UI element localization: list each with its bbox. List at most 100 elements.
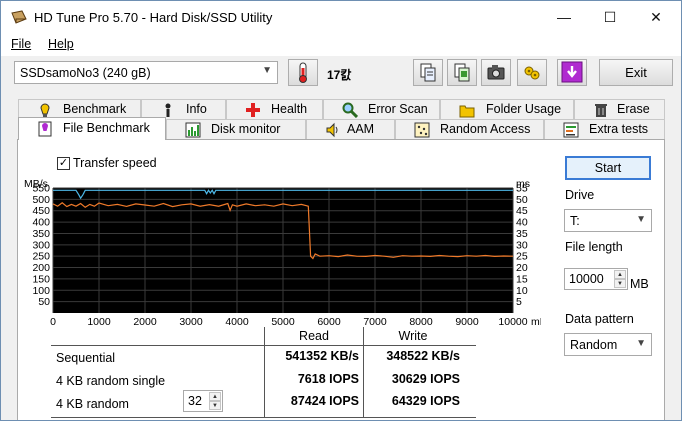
tab-aam[interactable]: AAM [306,119,395,139]
file-length-unit: MB [630,277,649,291]
sequential-read-value: 541352 KB/s [285,349,359,363]
bar-chart-icon [185,122,201,138]
data-pattern-dropdown[interactable]: Random ▼ [564,333,652,356]
drive-letter-value: T: [570,214,580,228]
copy-info-icon [420,63,436,82]
tab-health[interactable]: Health [226,99,323,119]
chart-y2-tick-label: 50 [516,194,528,206]
download-button[interactable] [557,59,587,86]
download-icon [561,61,583,83]
chart-y2-tick-label: 30 [516,239,528,251]
start-button[interactable]: Start [565,156,651,180]
stepper-up-icon[interactable]: ▲ [209,392,221,401]
chart-y2-tick-label: 25 [516,251,528,263]
drive-letter-dropdown[interactable]: T: ▼ [564,209,652,232]
copy-info-button[interactable] [413,59,443,86]
4kb-single-write-value: 30629 IOPS [391,372,460,386]
file-length-value: 10000 [569,272,604,286]
minimize-button[interactable]: — [541,1,587,34]
stepper-up-icon[interactable]: ▲ [614,270,626,279]
speaker-icon [326,122,338,138]
chart-y2-tick-label: 35 [516,228,528,240]
thermometer-icon [299,62,307,83]
menu-bar: File Help [1,34,681,56]
transfer-speed-label: Transfer speed [73,156,157,170]
transfer-chart: 0 1000 2000 3000 4000 5000 6000 7000 8000 9000 100… [24,178,541,328]
chart-x-tick-label: 10000 [498,316,527,328]
temperature-value: 17캀 [327,68,352,82]
queue-depth-stepper[interactable]: 32 ▲ ▼ [183,390,223,412]
menu-file[interactable]: File [11,37,31,51]
screenshot-button[interactable] [481,59,511,86]
tab-erase[interactable]: Erase [574,99,665,119]
folder-icon [459,105,475,118]
window-title: HD Tune Pro 5.70 - Hard Disk/SSD Utility [34,10,273,25]
column-header-write: Write [398,329,428,343]
chart-y-tick-label: 300 [32,239,50,251]
transfer-speed-checkbox[interactable]: ✓ [57,157,70,170]
random-access-icon [414,122,430,138]
tab-extra-tests[interactable]: Extra tests [544,119,665,139]
tab-disk-monitor[interactable]: Disk monitor [166,119,306,139]
tab-error-scan[interactable]: Error Scan [323,99,440,119]
benchmark-icon [40,103,50,117]
info-icon [165,103,171,117]
chart-y-tick-label: 450 [32,205,50,217]
extra-tests-icon [563,122,579,138]
tab-folder-usage[interactable]: Folder Usage [440,99,574,119]
close-button[interactable]: ✕ [633,1,679,34]
file-length-stepper[interactable]: 10000 ▲ ▼ [564,268,628,290]
data-pattern-label: Data pattern [565,312,634,326]
chevron-down-icon: ▼ [262,65,272,76]
camera-icon [487,65,505,80]
drive-dropdown[interactable]: SSDsamoNo3 (240 gB) ▼ [14,61,278,84]
chart-y-axis-label: MB/s [24,178,48,190]
file-benchmark-icon [38,121,52,137]
title-bar: HD Tune Pro 5.70 - Hard Disk/SSD Utility… [1,1,681,34]
chart-y-tick-label: 100 [32,285,50,297]
magnifier-icon [342,102,358,118]
chart-y2-tick-label: 40 [516,217,528,229]
4kb-random-read-value: 87424 IOPS [290,394,359,408]
trash-icon [595,104,607,117]
menu-help[interactable]: Help [48,37,74,51]
maximize-button[interactable]: ☐ [587,1,633,34]
chart-y-tick-label: 150 [32,273,50,285]
toolbar: SSDsamoNo3 (240 gB) ▼ 17캀 Exit [1,56,681,92]
tab-random-access[interactable]: Random Access [395,119,544,139]
drive-dropdown-value: SSDsamoNo3 (240 gB) [20,66,151,80]
chart-y2-tick-label: 5 [516,296,522,308]
copy-screen-icon [454,63,470,82]
chart-y-tick-label: 50 [38,296,50,308]
tab-file-benchmark[interactable]: File Benchmark [18,117,166,140]
stepper-down-icon[interactable]: ▼ [614,279,626,288]
exit-button[interactable]: Exit [599,59,673,86]
4kb-random-write-value: 64329 IOPS [391,394,460,408]
results-table: Read Write Sequential 541352 KB/s 348522… [51,327,476,420]
chart-y2-tick-label: 10 [516,285,528,297]
chart-y2-tick-label: 15 [516,273,528,285]
drive-label: Drive [565,188,595,202]
4kb-single-read-value: 7618 IOPS [297,372,359,386]
app-logo-icon [11,10,27,24]
chart-y-tick-label: 500 [32,194,50,206]
chevron-down-icon: ▼ [636,338,646,349]
tab-info[interactable]: Info [141,99,226,119]
row-label-4kb-random-single: 4 KB random single [56,374,166,388]
settings-icon [524,66,540,80]
copy-screen-button[interactable] [447,59,477,86]
chart-y2-tick-label: 20 [516,262,528,274]
row-label-4kb-random: 4 KB random [56,397,129,411]
column-header-read: Read [299,329,329,343]
sequential-write-value: 348522 KB/s [386,349,460,363]
chart-y2-axis-label: ms [516,178,530,190]
chart-y2-tick-label: 45 [516,205,528,217]
chart-x-unit-label: mB [531,316,541,328]
app-window: HD Tune Pro 5.70 - Hard Disk/SSD Utility… [0,0,682,421]
health-cross-icon [246,103,260,117]
temperature-button[interactable] [288,59,318,86]
tab-benchmark[interactable]: Benchmark [18,99,141,119]
file-length-label: File length [565,240,623,254]
options-button[interactable] [517,59,547,86]
stepper-down-icon[interactable]: ▼ [209,401,221,410]
